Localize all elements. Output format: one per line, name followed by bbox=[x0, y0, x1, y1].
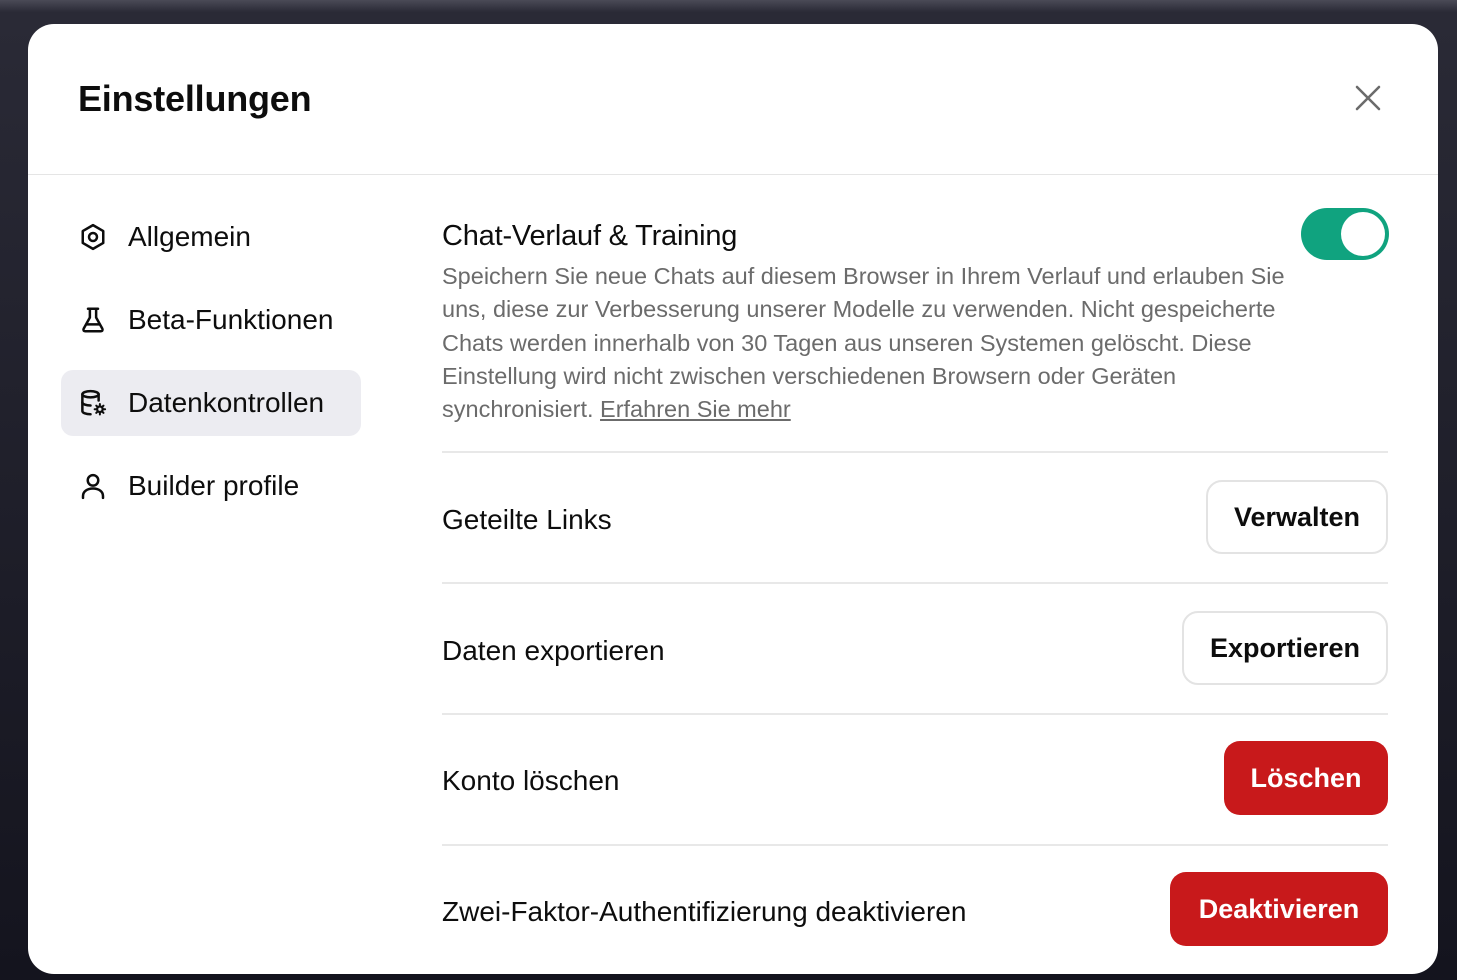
sidebar-item-allgemein[interactable]: Allgemein bbox=[61, 204, 361, 270]
chat-history-title: Chat-Verlauf & Training bbox=[442, 220, 738, 252]
chat-history-toggle[interactable] bbox=[1301, 208, 1389, 260]
settings-dialog: Einstellungen Allgemein Beta-Funktionen … bbox=[28, 24, 1438, 974]
settings-sidebar: Allgemein Beta-Funktionen Datenkontrolle… bbox=[61, 204, 361, 536]
divider bbox=[442, 713, 1388, 715]
dialog-header: Einstellungen bbox=[28, 24, 1438, 175]
flask-icon bbox=[78, 305, 108, 335]
close-icon bbox=[1355, 85, 1381, 111]
chat-history-description-text: Speichern Sie neue Chats auf diesem Brow… bbox=[442, 263, 1285, 423]
database-settings-icon bbox=[78, 388, 108, 418]
sidebar-item-builder-profile[interactable]: Builder profile bbox=[61, 453, 361, 519]
disable-2fa-label: Zwei-Faktor-Authentifizierung deaktivier… bbox=[442, 896, 967, 927]
export-data-button[interactable]: Exportieren bbox=[1182, 611, 1388, 685]
toggle-knob bbox=[1341, 212, 1385, 256]
disable-2fa-button[interactable]: Deaktivieren bbox=[1170, 872, 1388, 946]
divider bbox=[442, 451, 1388, 453]
sidebar-item-label: Builder profile bbox=[128, 470, 300, 501]
sidebar-item-label: Allgemein bbox=[128, 221, 251, 252]
delete-account-button[interactable]: Löschen bbox=[1224, 741, 1388, 815]
sidebar-item-beta-funktionen[interactable]: Beta-Funktionen bbox=[61, 287, 361, 353]
manage-shared-links-button[interactable]: Verwalten bbox=[1206, 480, 1388, 554]
user-icon bbox=[78, 471, 108, 501]
divider bbox=[442, 582, 1388, 584]
divider bbox=[442, 844, 1388, 846]
learn-more-link[interactable]: Erfahren Sie mehr bbox=[600, 396, 791, 422]
shared-links-label: Geteilte Links bbox=[442, 504, 612, 535]
sidebar-item-label: Beta-Funktionen bbox=[128, 304, 334, 335]
gear-icon bbox=[78, 222, 108, 252]
export-data-label: Daten exportieren bbox=[442, 635, 665, 666]
close-button[interactable] bbox=[1350, 80, 1386, 116]
chat-history-description: Speichern Sie neue Chats auf diesem Brow… bbox=[442, 260, 1292, 426]
sidebar-item-datenkontrollen[interactable]: Datenkontrollen bbox=[61, 370, 361, 436]
dialog-title: Einstellungen bbox=[78, 78, 312, 119]
delete-account-label: Konto löschen bbox=[442, 765, 620, 796]
sidebar-item-label: Datenkontrollen bbox=[128, 387, 325, 418]
